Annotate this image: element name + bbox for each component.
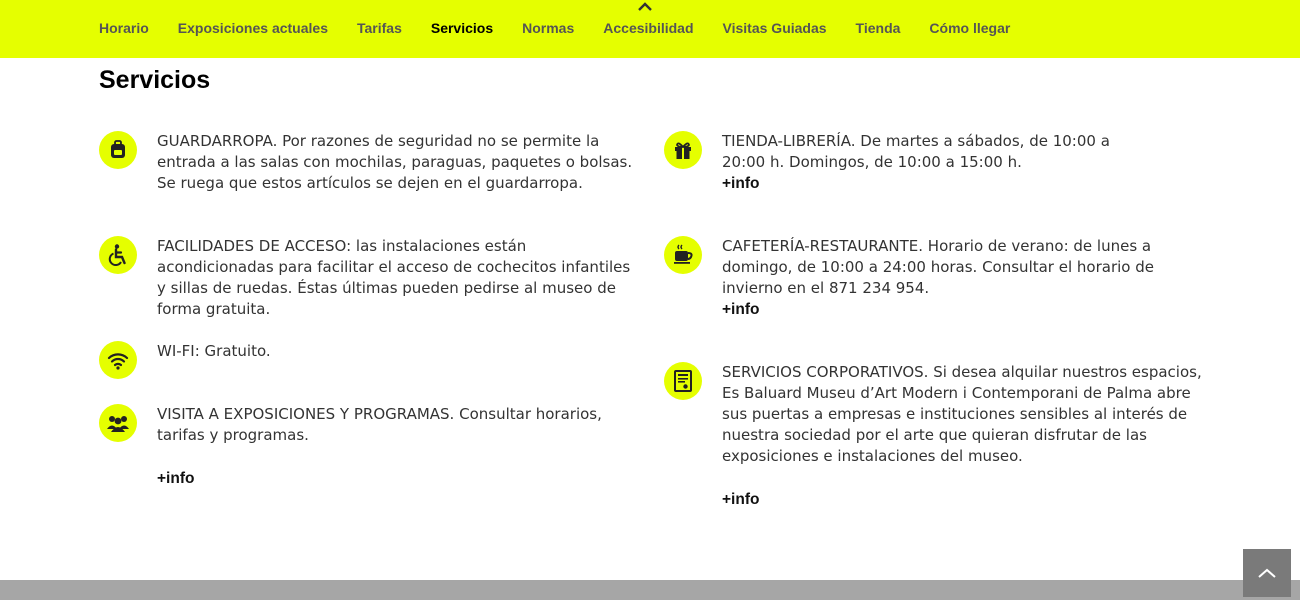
gift-icon <box>664 131 702 169</box>
service-tienda: TIENDA-LIBRERÍA. De martes a sábados, de… <box>664 131 1204 201</box>
nav-item-servicios[interactable]: Servicios <box>431 20 493 36</box>
service-text-block: SERVICIOS CORPORATIVOS. Si desea alquila… <box>722 362 1204 510</box>
service-text-block: CAFETERÍA-RESTAURANTE. Horario de verano… <box>722 236 1204 320</box>
nav-item-como-llegar[interactable]: Cómo llegar <box>929 20 1010 36</box>
chevron-up-icon[interactable] <box>637 0 653 12</box>
top-nav-bar: Horario Exposiciones actuales Tarifas Se… <box>0 0 1300 58</box>
service-text: SERVICIOS CORPORATIVOS. Si desea alquila… <box>722 363 1202 465</box>
certificate-icon <box>664 362 702 400</box>
section-nav: Horario Exposiciones actuales Tarifas Se… <box>99 20 1010 36</box>
service-text: WI-FI: Gratuito. <box>157 342 271 360</box>
more-info-link[interactable]: +info <box>722 489 759 510</box>
nav-item-horario[interactable]: Horario <box>99 20 149 36</box>
backpack-icon <box>99 131 137 169</box>
service-text: CAFETERÍA-RESTAURANTE. Horario de verano… <box>722 237 1154 297</box>
more-info-link[interactable]: +info <box>157 468 194 489</box>
service-wifi: WI-FI: Gratuito. <box>99 341 639 381</box>
service-text-block: VISITA A EXPOSICIONES Y PROGRAMAS. Consu… <box>157 404 639 489</box>
more-info-link[interactable]: +info <box>722 299 759 320</box>
service-guardarropa: GUARDARROPA. Por razones de seguridad no… <box>99 131 639 201</box>
group-icon <box>99 404 137 442</box>
nav-item-normas[interactable]: Normas <box>522 20 574 36</box>
service-acceso: FACILIDADES DE ACCESO: las instalaciones… <box>99 236 639 318</box>
nav-item-exposiciones[interactable]: Exposiciones actuales <box>178 20 328 36</box>
wheelchair-icon <box>99 236 137 274</box>
service-text-block: TIENDA-LIBRERÍA. De martes a sábados, de… <box>722 131 1142 194</box>
service-text: VISITA A EXPOSICIONES Y PROGRAMAS. Consu… <box>157 405 602 444</box>
service-text: GUARDARROPA. Por razones de seguridad no… <box>157 132 633 192</box>
nav-item-tarifas[interactable]: Tarifas <box>357 20 402 36</box>
service-visita: VISITA A EXPOSICIONES Y PROGRAMAS. Consu… <box>99 404 639 494</box>
footer-bar <box>0 580 1300 600</box>
back-to-top-button[interactable] <box>1243 549 1291 597</box>
service-cafeteria: CAFETERÍA-RESTAURANTE. Horario de verano… <box>664 236 1204 326</box>
page-title: Servicios <box>99 66 211 94</box>
more-info-link[interactable]: +info <box>722 173 759 194</box>
wifi-icon <box>99 341 137 379</box>
service-text: FACILIDADES DE ACCESO: las instalaciones… <box>157 237 631 318</box>
nav-item-tienda[interactable]: Tienda <box>856 20 901 36</box>
chevron-up-icon <box>1258 568 1276 578</box>
nav-item-accesibilidad[interactable]: Accesibilidad <box>603 20 693 36</box>
service-text: TIENDA-LIBRERÍA. De martes a sábados, de… <box>722 132 1110 171</box>
coffee-cup-icon <box>664 236 702 274</box>
service-corporativos: SERVICIOS CORPORATIVOS. Si desea alquila… <box>664 362 1204 512</box>
nav-item-visitas-guiadas[interactable]: Visitas Guiadas <box>723 20 827 36</box>
